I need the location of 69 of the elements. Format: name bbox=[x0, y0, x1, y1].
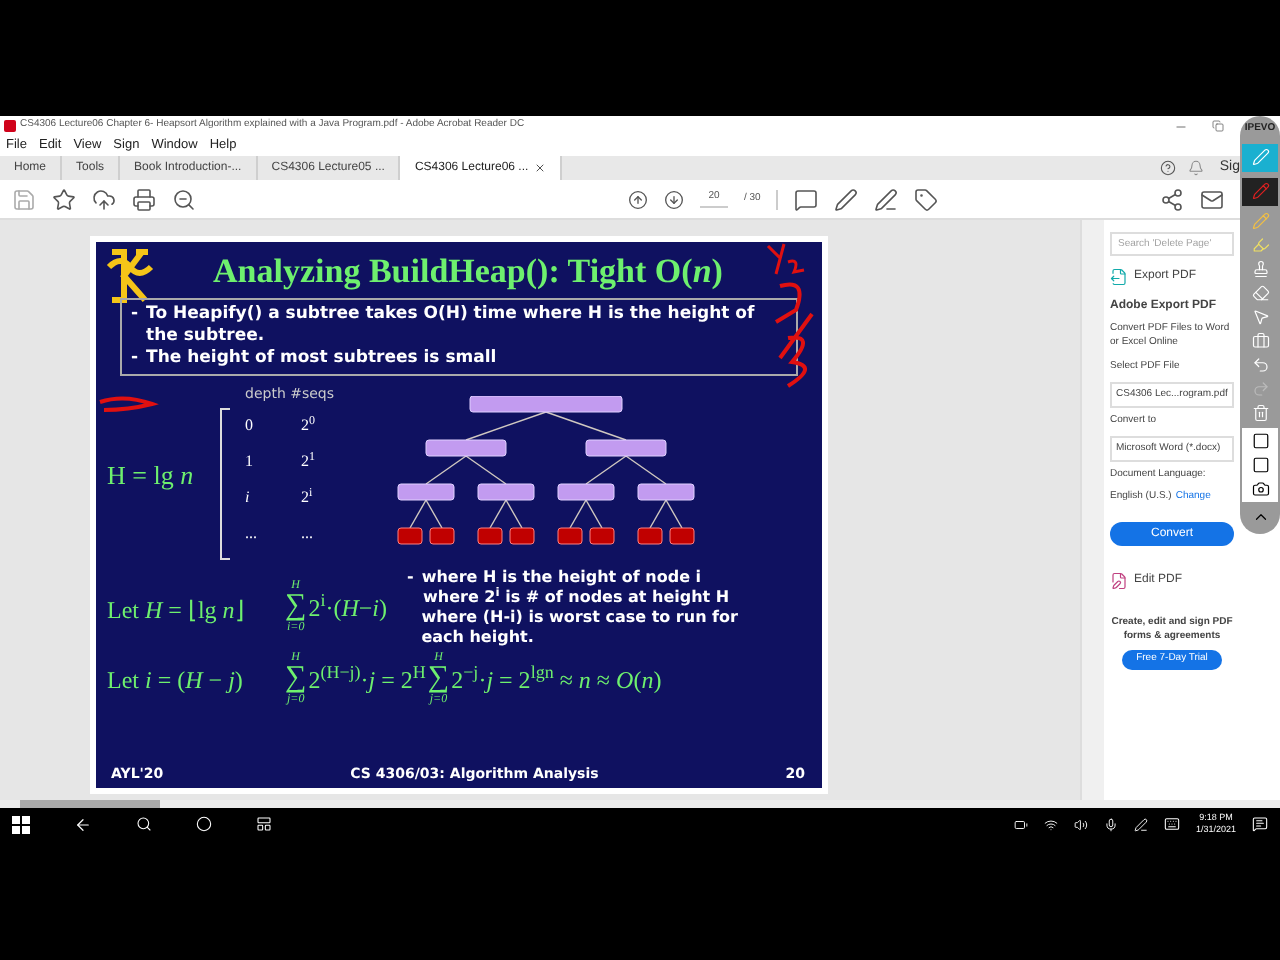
upload-icon[interactable] bbox=[92, 187, 116, 211]
mail-icon[interactable] bbox=[1200, 187, 1224, 211]
circle-icon[interactable] bbox=[196, 816, 212, 832]
network-icon[interactable] bbox=[1043, 817, 1058, 831]
notification-icon[interactable] bbox=[1252, 816, 1268, 832]
formula-term: 2$^{(H−j)}$·j = 2$^{H}$ bbox=[308, 661, 426, 697]
tag-icon[interactable] bbox=[914, 187, 939, 211]
formula-term: 2$^{i}$·(H−i) bbox=[308, 589, 388, 625]
bell-icon[interactable] bbox=[1187, 160, 1204, 176]
search-icon[interactable] bbox=[136, 816, 152, 832]
help-icon[interactable] bbox=[1159, 160, 1176, 176]
bullet-dash: - bbox=[131, 304, 139, 328]
bullet-dash: - bbox=[407, 568, 414, 588]
count-cell-text: 2$^{i}$ bbox=[301, 485, 313, 509]
bullet-dash: - bbox=[131, 348, 139, 370]
restore-icon[interactable] bbox=[1212, 120, 1224, 132]
let-formula: Let H = ⌊lg n⌋ bbox=[107, 594, 247, 628]
formula-term: 2$^{−j}$·j = 2$^{lgn}$ ≈ n ≈ O(n) bbox=[451, 661, 662, 697]
handwritten-scribble bbox=[765, 242, 805, 276]
briefcase-icon[interactable] bbox=[1251, 331, 1269, 349]
trash-icon[interactable] bbox=[1251, 403, 1269, 421]
stamp-icon[interactable] bbox=[1251, 259, 1269, 277]
depth-cell-text: 0 bbox=[245, 413, 255, 437]
note-text: where 2$^{i}$ is # of nodes at height H bbox=[423, 588, 730, 608]
undo-icon[interactable] bbox=[1251, 355, 1269, 373]
star-icon[interactable] bbox=[52, 187, 76, 211]
scrollbar-track[interactable] bbox=[1080, 220, 1104, 800]
pen-icon[interactable] bbox=[834, 187, 859, 211]
logo-icon bbox=[103, 246, 155, 306]
depth-cell-text: ... bbox=[245, 521, 259, 545]
pencil-icon[interactable] bbox=[1251, 182, 1269, 200]
keyboard-icon[interactable] bbox=[1163, 816, 1180, 832]
let-formula: Let i = (H − j) bbox=[107, 663, 245, 697]
slide-title: Analyzing BuildHeap(): Tight O(n) bbox=[211, 250, 725, 294]
close-icon[interactable] bbox=[534, 162, 547, 174]
camera-icon[interactable] bbox=[1251, 479, 1269, 497]
windows-logo-icon[interactable] bbox=[12, 815, 30, 833]
bullet-text: The height of most subtrees is small bbox=[146, 348, 497, 370]
share-icon[interactable] bbox=[1160, 187, 1184, 211]
depth-cell-text: 1 bbox=[245, 449, 255, 473]
tool-button[interactable] bbox=[1242, 143, 1278, 171]
note-text: where H is the height of node i bbox=[421, 568, 702, 587]
printer-icon[interactable] bbox=[132, 187, 156, 211]
depth-cell-text: i bbox=[245, 485, 252, 509]
edit-pdf-icon[interactable] bbox=[1110, 572, 1128, 590]
battery-icon[interactable] bbox=[1013, 817, 1028, 831]
handwritten-scribble bbox=[773, 282, 813, 388]
signature-icon[interactable] bbox=[874, 187, 899, 211]
note-text: where (H-i) is worst case to run for each height. bbox=[421, 608, 740, 648]
back-icon[interactable] bbox=[74, 815, 92, 833]
next-page-icon[interactable] bbox=[664, 189, 684, 209]
task-view-icon[interactable] bbox=[256, 816, 272, 832]
zoom-out-icon[interactable] bbox=[172, 187, 196, 211]
previous-page-icon[interactable] bbox=[628, 189, 648, 209]
tool-button[interactable] bbox=[1242, 177, 1278, 205]
scrollbar-thumb[interactable] bbox=[20, 800, 160, 808]
comment-icon[interactable] bbox=[794, 187, 819, 211]
app-icon bbox=[4, 120, 16, 132]
speaker-icon[interactable] bbox=[1073, 817, 1088, 831]
count-cell-text: 2$^{1}$ bbox=[301, 449, 315, 473]
height-formula: H = lg n bbox=[107, 458, 196, 494]
count-cell-text: ... bbox=[301, 521, 313, 545]
eraser-icon[interactable] bbox=[1251, 283, 1269, 301]
export-pdf-icon[interactable] bbox=[1110, 268, 1128, 286]
pointer-icon[interactable] bbox=[1251, 307, 1269, 325]
handwritten-scribble bbox=[98, 396, 153, 412]
bullet-text: To Heapify() a subtree takes O(H) time where H is the height of the subtree. bbox=[146, 304, 757, 348]
count-cell-text: 2$^{0}$ bbox=[301, 413, 315, 437]
microphone-icon[interactable] bbox=[1103, 817, 1118, 831]
